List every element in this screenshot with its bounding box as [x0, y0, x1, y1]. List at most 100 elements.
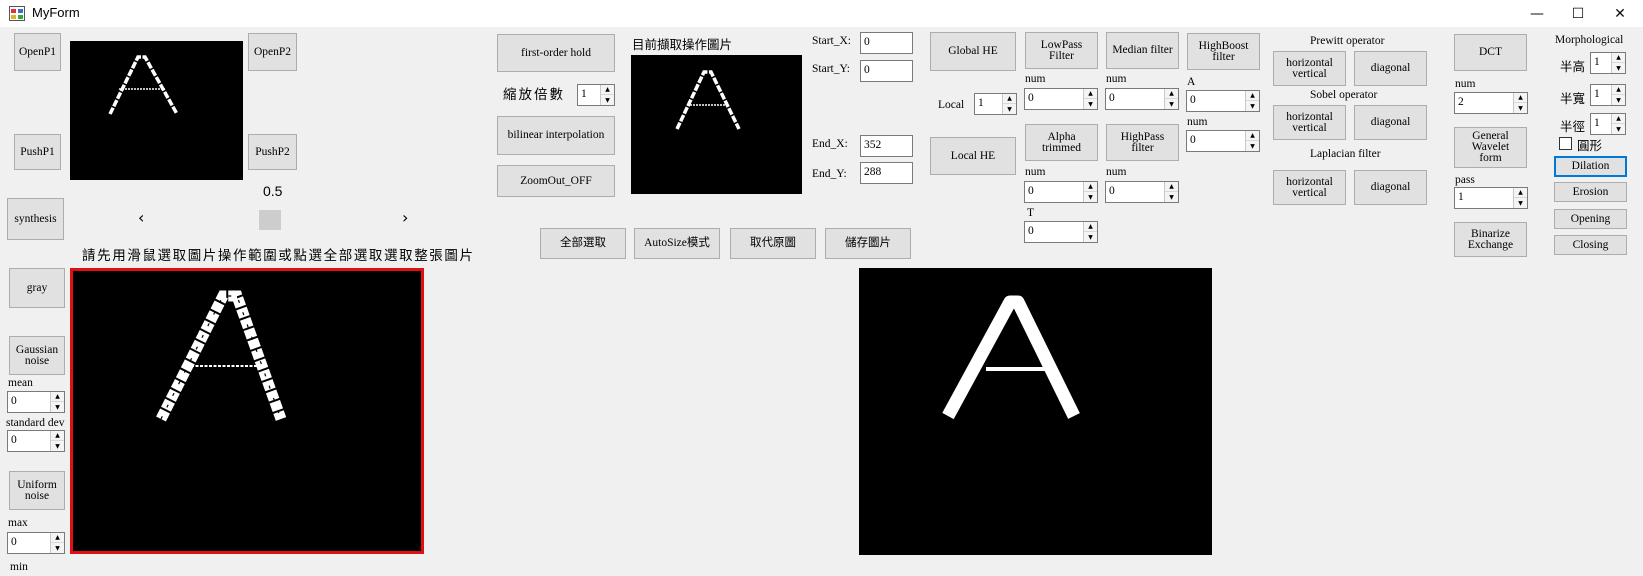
autosize-button[interactable]: AutoSize模式: [634, 228, 720, 259]
zoom-slider[interactable]: ‹ ›: [130, 208, 416, 230]
laplacian-hv-button[interactable]: horizontal vertical: [1273, 170, 1346, 205]
laplacian-diagonal-button[interactable]: diagonal: [1354, 170, 1427, 205]
highboost-filter-button[interactable]: HighBoost filter: [1187, 33, 1260, 70]
spin-up-icon[interactable]: ▲: [1246, 91, 1259, 101]
spin-up-icon[interactable]: ▲: [51, 392, 64, 402]
replace-original-button[interactable]: 取代原圖: [730, 228, 816, 259]
circle-checkbox[interactable]: [1559, 137, 1572, 150]
dct-num-stepper[interactable]: 2 ▲ ▼: [1454, 92, 1528, 114]
spin-up-icon[interactable]: ▲: [51, 431, 64, 441]
start-x-field[interactable]: 0: [860, 32, 913, 54]
push-p1-button[interactable]: PushP1: [14, 134, 61, 170]
spin-up-icon[interactable]: ▲: [601, 85, 614, 95]
spin-down-icon[interactable]: ▼: [51, 441, 64, 451]
bilinear-interpolation-button[interactable]: bilinear interpolation: [497, 116, 615, 155]
radius-stepper[interactable]: 1 ▲ ▼: [1590, 113, 1626, 135]
gaussian-noise-button[interactable]: Gaussian noise: [9, 336, 65, 375]
spin-down-icon[interactable]: ▼: [1003, 104, 1016, 114]
spin-up-icon[interactable]: ▲: [1084, 89, 1097, 99]
synthesis-button[interactable]: synthesis: [7, 198, 64, 240]
select-all-button[interactable]: 全部選取: [540, 228, 626, 259]
std-stepper[interactable]: 0 ▲ ▼: [7, 430, 65, 452]
lowpass-num-stepper[interactable]: 0 ▲ ▼: [1024, 88, 1098, 110]
sobel-diagonal-button[interactable]: diagonal: [1354, 105, 1427, 140]
scroll-left-icon[interactable]: ‹: [138, 208, 144, 227]
binarize-exchange-button[interactable]: Binarize Exchange: [1454, 222, 1527, 257]
prewitt-diagonal-button[interactable]: diagonal: [1354, 51, 1427, 86]
spin-down-icon[interactable]: ▼: [1612, 124, 1625, 134]
spin-up-icon[interactable]: ▲: [1514, 93, 1527, 103]
spin-down-icon[interactable]: ▼: [1514, 198, 1527, 208]
spin-down-icon[interactable]: ▼: [51, 543, 64, 553]
spin-down-icon[interactable]: ▼: [1246, 101, 1259, 111]
opening-button[interactable]: Opening: [1554, 209, 1627, 229]
spin-up-icon[interactable]: ▲: [1514, 188, 1527, 198]
spin-up-icon[interactable]: ▲: [1612, 114, 1625, 124]
close-button[interactable]: ✕: [1597, 0, 1643, 27]
spin-down-icon[interactable]: ▼: [601, 95, 614, 105]
result-picture[interactable]: [859, 268, 1212, 555]
spin-down-icon[interactable]: ▼: [1084, 192, 1097, 202]
half-height-stepper[interactable]: 1 ▲ ▼: [1590, 52, 1626, 74]
local-he-button[interactable]: Local HE: [930, 137, 1016, 175]
spin-up-icon[interactable]: ▲: [1084, 182, 1097, 192]
spin-down-icon[interactable]: ▼: [1084, 232, 1097, 242]
spin-down-icon[interactable]: ▼: [1165, 99, 1178, 109]
highboost-num-stepper[interactable]: 0 ▲ ▼: [1186, 130, 1260, 152]
mean-stepper[interactable]: 0 ▲ ▼: [7, 391, 65, 413]
alpha-num-stepper[interactable]: 0 ▲ ▼: [1024, 181, 1098, 203]
half-width-stepper[interactable]: 1 ▲ ▼: [1590, 84, 1626, 106]
spin-down-icon[interactable]: ▼: [1246, 141, 1259, 151]
max-stepper[interactable]: 0 ▲ ▼: [7, 532, 65, 554]
closing-button[interactable]: Closing: [1554, 235, 1627, 255]
spin-down-icon[interactable]: ▼: [51, 402, 64, 412]
spin-up-icon[interactable]: ▲: [1003, 94, 1016, 104]
gray-button[interactable]: gray: [9, 268, 65, 308]
median-num-stepper[interactable]: 0 ▲ ▼: [1105, 88, 1179, 110]
scale-stepper[interactable]: 1 ▲ ▼: [577, 84, 615, 106]
general-wavelet-button[interactable]: General Wavelet form: [1454, 127, 1527, 168]
spin-up-icon[interactable]: ▲: [1246, 131, 1259, 141]
spin-down-icon[interactable]: ▼: [1165, 192, 1178, 202]
dct-button[interactable]: DCT: [1454, 34, 1527, 71]
spin-up-icon[interactable]: ▲: [1165, 182, 1178, 192]
t-stepper[interactable]: 0 ▲ ▼: [1024, 221, 1098, 243]
erosion-button[interactable]: Erosion: [1554, 182, 1627, 202]
highpass-filter-button[interactable]: HighPass filter: [1106, 124, 1179, 161]
end-y-field[interactable]: 288: [860, 162, 913, 184]
spin-down-icon[interactable]: ▼: [1612, 95, 1625, 105]
spin-down-icon[interactable]: ▼: [1514, 103, 1527, 113]
slider-thumb[interactable]: [259, 210, 281, 230]
lowpass-filter-button[interactable]: LowPass Filter: [1025, 32, 1098, 69]
zoomout-button[interactable]: ZoomOut_OFF: [497, 165, 615, 197]
spin-up-icon[interactable]: ▲: [1612, 85, 1625, 95]
picture-p1[interactable]: [70, 41, 243, 180]
alpha-trimmed-button[interactable]: Alpha trimmed: [1025, 124, 1098, 161]
highpass-num-stepper[interactable]: 0 ▲ ▼: [1105, 181, 1179, 203]
spin-up-icon[interactable]: ▲: [1612, 53, 1625, 63]
uniform-noise-button[interactable]: Uniform noise: [9, 471, 65, 510]
median-filter-button[interactable]: Median filter: [1106, 32, 1179, 69]
global-he-button[interactable]: Global HE: [930, 32, 1016, 71]
save-image-button[interactable]: 儲存圖片: [825, 228, 911, 259]
dilation-button[interactable]: Dilation: [1554, 156, 1627, 177]
spin-down-icon[interactable]: ▼: [1084, 99, 1097, 109]
sobel-hv-button[interactable]: horizontal vertical: [1273, 105, 1346, 140]
spin-up-icon[interactable]: ▲: [1084, 222, 1097, 232]
open-p1-button[interactable]: OpenP1: [14, 33, 61, 71]
current-picture[interactable]: [631, 55, 802, 194]
end-x-field[interactable]: 352: [860, 135, 913, 157]
minimize-button[interactable]: —: [1514, 0, 1560, 27]
push-p2-button[interactable]: PushP2: [248, 134, 297, 170]
scroll-right-icon[interactable]: ›: [402, 208, 408, 227]
spin-up-icon[interactable]: ▲: [1165, 89, 1178, 99]
main-picture[interactable]: [70, 268, 424, 554]
start-y-field[interactable]: 0: [860, 60, 913, 82]
first-order-hold-button[interactable]: first-order hold: [497, 34, 615, 72]
spin-down-icon[interactable]: ▼: [1612, 63, 1625, 73]
prewitt-hv-button[interactable]: horizontal vertical: [1273, 51, 1346, 86]
open-p2-button[interactable]: OpenP2: [248, 33, 297, 71]
local-stepper[interactable]: 1 ▲ ▼: [974, 93, 1017, 115]
highboost-a-stepper[interactable]: 0 ▲ ▼: [1186, 90, 1260, 112]
maximize-button[interactable]: ☐: [1555, 0, 1601, 27]
